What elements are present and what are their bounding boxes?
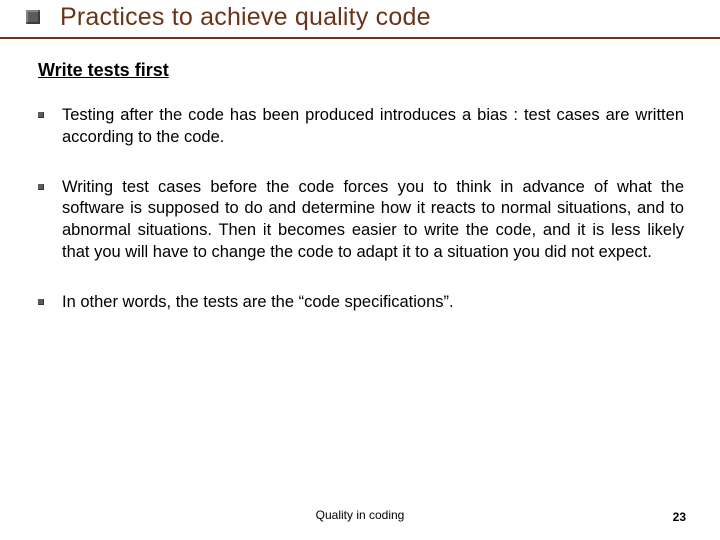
slide: Practices to achieve quality code Write … bbox=[0, 0, 720, 540]
footer-text: Quality in coding bbox=[0, 508, 720, 522]
bullet-text: Writing test cases before the code force… bbox=[62, 177, 684, 264]
square-bullet-icon bbox=[38, 112, 44, 118]
square-bullet-icon bbox=[38, 184, 44, 190]
slide-subtitle: Write tests first bbox=[38, 60, 169, 81]
body-content: Testing after the code has been produced… bbox=[38, 105, 684, 341]
list-item: Testing after the code has been produced… bbox=[38, 105, 684, 149]
list-item: In other words, the tests are the “code … bbox=[38, 292, 684, 314]
slide-title: Practices to achieve quality code bbox=[60, 3, 431, 32]
bullet-text: In other words, the tests are the “code … bbox=[62, 292, 684, 314]
title-underline bbox=[0, 37, 720, 39]
title-bullet-icon bbox=[26, 10, 40, 24]
page-number: 23 bbox=[673, 510, 686, 524]
bullet-text: Testing after the code has been produced… bbox=[62, 105, 684, 149]
square-bullet-icon bbox=[38, 299, 44, 305]
list-item: Writing test cases before the code force… bbox=[38, 177, 684, 264]
